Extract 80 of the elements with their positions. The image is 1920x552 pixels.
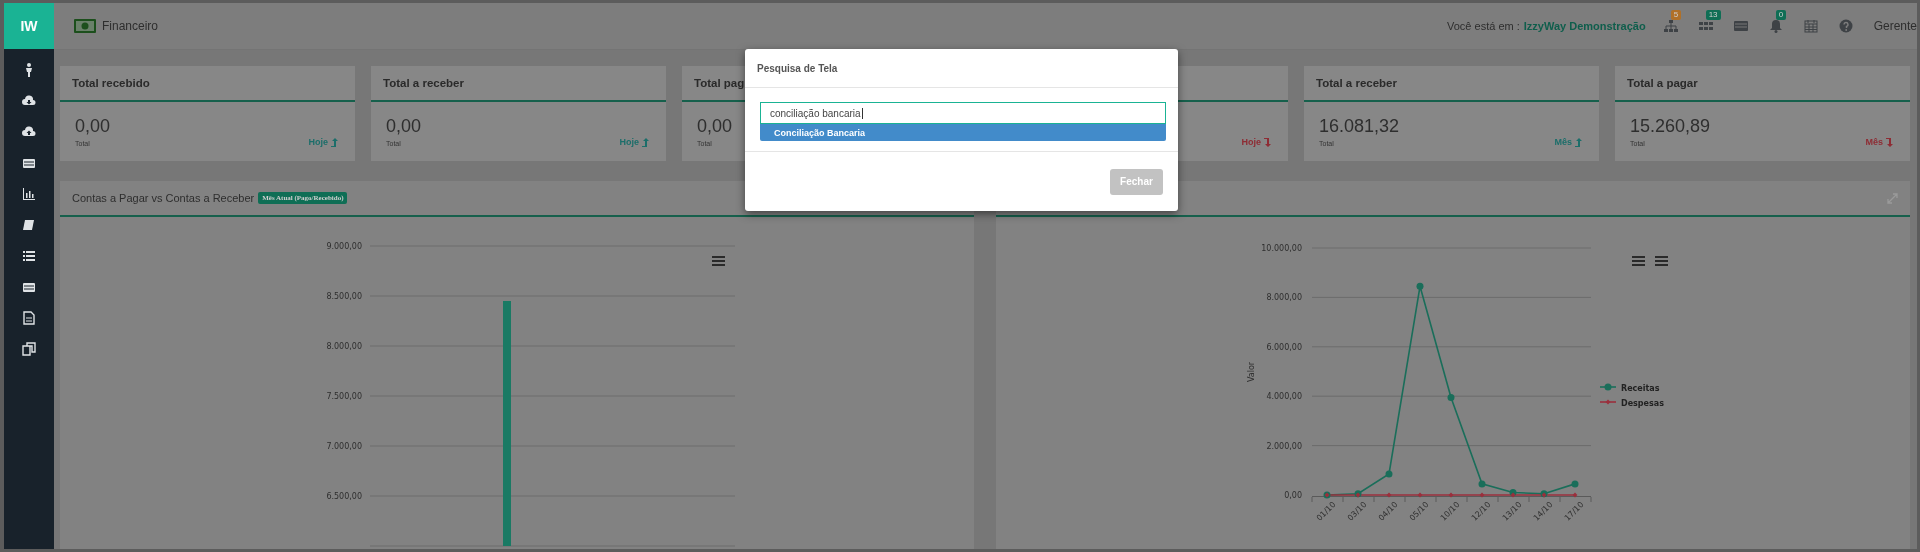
y-tick-label: 10.000,00 <box>1261 244 1302 253</box>
arrow-up-icon <box>1575 137 1582 147</box>
banknote-icon <box>74 19 96 33</box>
legend-marker-icon <box>1599 383 1617 391</box>
y-tick-label: 0,00 <box>1284 491 1302 500</box>
search-field[interactable]: conciliação bancaria <box>760 102 1166 124</box>
user-menu[interactable]: Gerente <box>1873 19 1917 33</box>
data-point <box>1478 480 1486 488</box>
y-tick-label: 7.000,00 <box>326 442 362 451</box>
period-link[interactable]: Hoje <box>308 137 338 147</box>
count-badge: 13 <box>1705 10 1721 20</box>
menu-icon[interactable] <box>1655 256 1668 266</box>
bar-chart-icon[interactable] <box>22 187 36 201</box>
data-point <box>1572 492 1578 498</box>
data-point <box>1385 470 1393 478</box>
y-tick-label: 7.500,00 <box>326 392 362 401</box>
card-title: Total a receber <box>383 77 464 89</box>
period-link[interactable]: Hoje <box>1241 137 1271 147</box>
company-link[interactable]: IzzyWay Demonstração <box>1523 20 1646 32</box>
arrow-down-icon <box>1886 137 1893 147</box>
count-badge: 0 <box>1775 10 1787 20</box>
y-tick-label: 8.000,00 <box>1266 293 1302 303</box>
bullet-list-icon[interactable] <box>22 249 36 263</box>
sitemap-icon[interactable] <box>1663 19 1678 33</box>
help-icon[interactable] <box>1838 19 1853 33</box>
y-tick-label: 6.000,00 <box>1266 342 1302 352</box>
grid-icon[interactable] <box>1698 19 1713 33</box>
menu-icon[interactable] <box>1632 256 1645 266</box>
arrow-down-icon <box>1264 137 1271 147</box>
card-value: 0,00 <box>386 116 422 137</box>
data-point <box>1386 492 1392 498</box>
card-value: 0,00 <box>75 116 111 137</box>
y-tick-label: 4.000,00 <box>1266 392 1302 402</box>
table-icon[interactable] <box>22 280 36 294</box>
close-button[interactable]: Fechar <box>1110 168 1163 195</box>
data-point <box>1323 491 1331 499</box>
cloud-download-icon[interactable] <box>22 94 36 108</box>
data-point <box>1416 282 1424 290</box>
data-point <box>1479 492 1485 498</box>
calendar-icon[interactable] <box>1803 19 1818 33</box>
arrow-up-icon <box>331 137 338 147</box>
bell-icon[interactable] <box>1768 19 1783 33</box>
legend-label[interactable]: Receitas <box>1621 384 1660 393</box>
data-point <box>1571 480 1579 488</box>
data-point <box>1417 492 1423 498</box>
book-icon[interactable] <box>22 218 36 232</box>
card-title: Total recebido <box>72 77 150 89</box>
y-tick-label: 8.500,00 <box>326 292 362 301</box>
data-point <box>1447 393 1455 401</box>
panel-title: Contas a Pagar vs Contas a Receber <box>72 192 255 204</box>
arrow-up-icon <box>642 137 649 147</box>
card-value: 0,00 <box>697 116 733 137</box>
copy-icon[interactable] <box>22 342 36 356</box>
location-label: Você está em : <box>1447 20 1520 32</box>
period-link[interactable]: Mês <box>1865 137 1893 147</box>
page-title: Financeiro <box>102 19 159 33</box>
suggestion-item[interactable]: Conciliação Bancaria <box>760 124 1166 141</box>
card-title: Total pag <box>694 77 745 89</box>
cloud-upload-icon[interactable] <box>22 125 36 139</box>
y-tick-label: 8.000,00 <box>326 342 362 351</box>
count-badge: 5 <box>1670 10 1682 20</box>
legend-marker-icon <box>1599 399 1617 405</box>
list-icon[interactable] <box>1733 19 1748 33</box>
period-link[interactable]: Mês <box>1554 137 1582 147</box>
card-icon[interactable] <box>22 156 36 170</box>
card-title: Total a pagar <box>1627 77 1698 89</box>
period-link[interactable]: Hoje <box>619 137 649 147</box>
dialog-title: Pesquisa de Tela <box>757 62 838 74</box>
menu-icon[interactable] <box>712 256 725 266</box>
data-point <box>1448 492 1454 498</box>
document-icon[interactable] <box>22 311 36 325</box>
card-title: Total a receber <box>1316 77 1397 89</box>
card-value: 15.260,89 <box>1630 116 1711 137</box>
y-tick-label: 2.000,00 <box>1266 441 1302 451</box>
y-tick-label: 6.500,00 <box>326 492 362 501</box>
logo[interactable]: IW <box>4 3 54 49</box>
legend-label[interactable]: Despesas <box>1621 399 1664 408</box>
y-axis-title: Valor <box>1247 361 1256 383</box>
y-tick-label: 9.000,00 <box>326 242 362 251</box>
card-value: 16.081,32 <box>1319 116 1400 137</box>
